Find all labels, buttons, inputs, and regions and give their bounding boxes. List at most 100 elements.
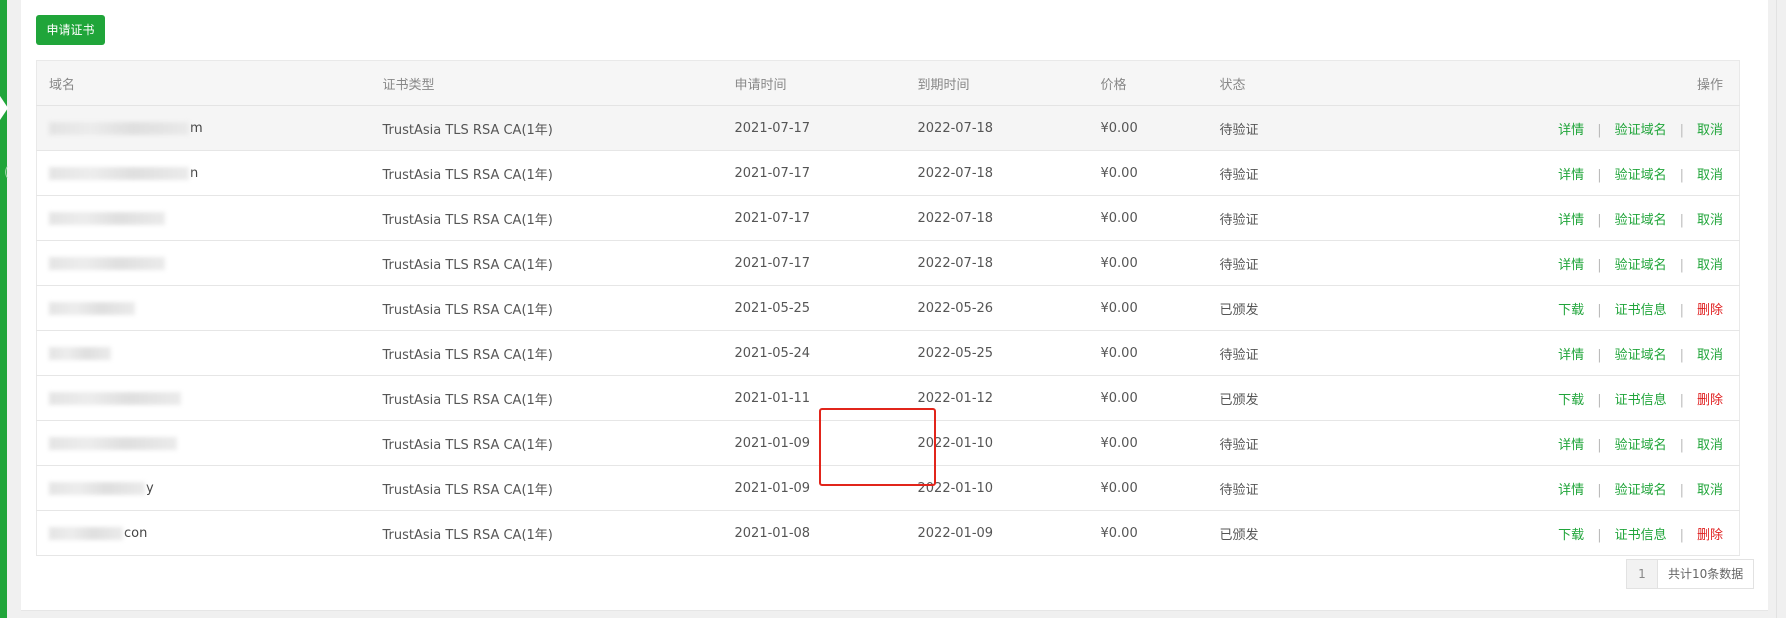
- cell-price: ¥0.00: [1099, 240, 1219, 286]
- redacted-domain: [49, 211, 165, 225]
- cell-domain: n: [36, 150, 382, 196]
- domain-name: [49, 256, 166, 271]
- domain-name: y: [49, 481, 154, 496]
- cell-status: 已颁发: [1218, 285, 1364, 331]
- download-link[interactable]: 下载: [1558, 528, 1584, 543]
- cancel-link[interactable]: 取消: [1697, 438, 1723, 453]
- action-separator: |: [1597, 437, 1602, 453]
- details-link[interactable]: 详情: [1558, 258, 1584, 273]
- apply-certificate-button[interactable]: 申请证书: [36, 15, 105, 45]
- cancel-link[interactable]: 取消: [1697, 168, 1723, 183]
- domain-name: con: [49, 526, 147, 541]
- domain-name: [49, 301, 136, 316]
- action-separator: |: [1597, 302, 1602, 318]
- cancel-link[interactable]: 取消: [1697, 258, 1723, 273]
- cell-actions: 详情 | 验证域名 | 取消: [1363, 195, 1740, 241]
- action-separator: |: [1679, 482, 1684, 498]
- action-separator: |: [1597, 212, 1602, 228]
- cancel-link[interactable]: 取消: [1697, 123, 1723, 138]
- cert-info-link[interactable]: 证书信息: [1615, 528, 1667, 543]
- cell-apply-time: 2021-07-17: [733, 105, 917, 151]
- download-link[interactable]: 下载: [1558, 393, 1584, 408]
- cell-domain: [36, 375, 382, 421]
- delete-link[interactable]: 删除: [1697, 303, 1723, 318]
- cell-domain: y: [36, 465, 382, 511]
- cell-actions: 下载 | 证书信息 | 删除: [1363, 510, 1740, 556]
- cell-actions: 下载 | 证书信息 | 删除: [1363, 285, 1740, 331]
- header-cert-type: 证书类型: [381, 60, 734, 106]
- verify-domain-link[interactable]: 验证域名: [1615, 483, 1667, 498]
- certificate-table: 域名 证书类型 申请时间 到期时间 价格 状态 操作 m TrustAsia TL…: [36, 60, 1740, 556]
- cancel-link[interactable]: 取消: [1697, 348, 1723, 363]
- details-link[interactable]: 详情: [1558, 483, 1584, 498]
- domain-name: [49, 391, 182, 406]
- cell-status: 待验证: [1218, 105, 1364, 151]
- cert-info-link[interactable]: 证书信息: [1615, 303, 1667, 318]
- cell-expire-time: 2022-07-18: [916, 240, 1100, 286]
- page-number-button[interactable]: 1: [1627, 560, 1658, 588]
- cell-cert-type: TrustAsia TLS RSA CA(1年): [381, 150, 734, 196]
- redacted-domain: [49, 256, 165, 270]
- redacted-domain: [49, 166, 189, 180]
- cancel-link[interactable]: 取消: [1697, 483, 1723, 498]
- redacted-domain: [49, 436, 177, 450]
- action-separator: |: [1679, 122, 1684, 138]
- cell-price: ¥0.00: [1099, 465, 1219, 511]
- table-row: TrustAsia TLS RSA CA(1年) 2021-07-17 2022-0…: [36, 240, 1740, 286]
- cert-info-link[interactable]: 证书信息: [1615, 393, 1667, 408]
- table-row: m TrustAsia TLS RSA CA(1年) 2021-07-17 2022-…: [36, 105, 1740, 151]
- cell-price: ¥0.00: [1099, 375, 1219, 421]
- action-separator: |: [1679, 347, 1684, 363]
- action-separator: |: [1597, 482, 1602, 498]
- ssl-certificate-panel: 申请证书 域名 证书类型 申请时间 到期时间 价格 状态 操作 m TrustAs…: [21, 0, 1768, 611]
- action-separator: |: [1679, 212, 1684, 228]
- details-link[interactable]: 详情: [1558, 168, 1584, 183]
- details-link[interactable]: 详情: [1558, 123, 1584, 138]
- domain-name: [49, 436, 178, 451]
- table-row: n TrustAsia TLS RSA CA(1年) 2021-07-17 2022-…: [36, 150, 1740, 196]
- scrollbar-track: [1776, 0, 1777, 618]
- table-row: TrustAsia TLS RSA CA(1年) 2021-01-11 2022-0…: [36, 375, 1740, 421]
- header-apply-time: 申请时间: [733, 60, 917, 106]
- cell-status: 待验证: [1218, 150, 1364, 196]
- table-row: con TrustAsia TLS RSA CA(1年) 2021-01-08 202…: [36, 510, 1740, 556]
- details-link[interactable]: 详情: [1558, 213, 1584, 228]
- cell-price: ¥0.00: [1099, 195, 1219, 241]
- verify-domain-link[interactable]: 验证域名: [1615, 348, 1667, 363]
- delete-link[interactable]: 删除: [1697, 528, 1723, 543]
- redacted-domain: [49, 346, 111, 360]
- cell-actions: 详情 | 验证域名 | 取消: [1363, 240, 1740, 286]
- action-separator: |: [1679, 167, 1684, 183]
- cell-actions: 下载 | 证书信息 | 删除: [1363, 375, 1740, 421]
- verify-domain-link[interactable]: 验证域名: [1615, 168, 1667, 183]
- cell-domain: [36, 240, 382, 286]
- delete-link[interactable]: 删除: [1697, 393, 1723, 408]
- pagination: 1 共计10条数据: [1626, 559, 1755, 589]
- domain-name: n: [49, 166, 198, 181]
- domain-visible-suffix: y: [146, 480, 154, 496]
- header-expire-time: 到期时间: [916, 60, 1100, 106]
- table-header-row: 域名 证书类型 申请时间 到期时间 价格 状态 操作: [36, 60, 1740, 106]
- cell-domain: con: [36, 510, 382, 556]
- cell-domain: [36, 195, 382, 241]
- cell-cert-type: TrustAsia TLS RSA CA(1年): [381, 195, 734, 241]
- redacted-domain: [49, 481, 145, 495]
- cell-status: 待验证: [1218, 465, 1364, 511]
- cell-status: 待验证: [1218, 330, 1364, 376]
- verify-domain-link[interactable]: 验证域名: [1615, 123, 1667, 138]
- cell-price: ¥0.00: [1099, 330, 1219, 376]
- action-separator: |: [1679, 437, 1684, 453]
- cancel-link[interactable]: 取消: [1697, 213, 1723, 228]
- cell-cert-type: TrustAsia TLS RSA CA(1年): [381, 510, 734, 556]
- verify-domain-link[interactable]: 验证域名: [1615, 438, 1667, 453]
- sidebar-collapse-icon[interactable]: (: [4, 165, 9, 179]
- verify-domain-link[interactable]: 验证域名: [1615, 258, 1667, 273]
- details-link[interactable]: 详情: [1558, 438, 1584, 453]
- cell-cert-type: TrustAsia TLS RSA CA(1年): [381, 330, 734, 376]
- cell-domain: [36, 420, 382, 466]
- cell-price: ¥0.00: [1099, 285, 1219, 331]
- download-link[interactable]: 下载: [1558, 303, 1584, 318]
- cell-price: ¥0.00: [1099, 105, 1219, 151]
- details-link[interactable]: 详情: [1558, 348, 1584, 363]
- verify-domain-link[interactable]: 验证域名: [1615, 213, 1667, 228]
